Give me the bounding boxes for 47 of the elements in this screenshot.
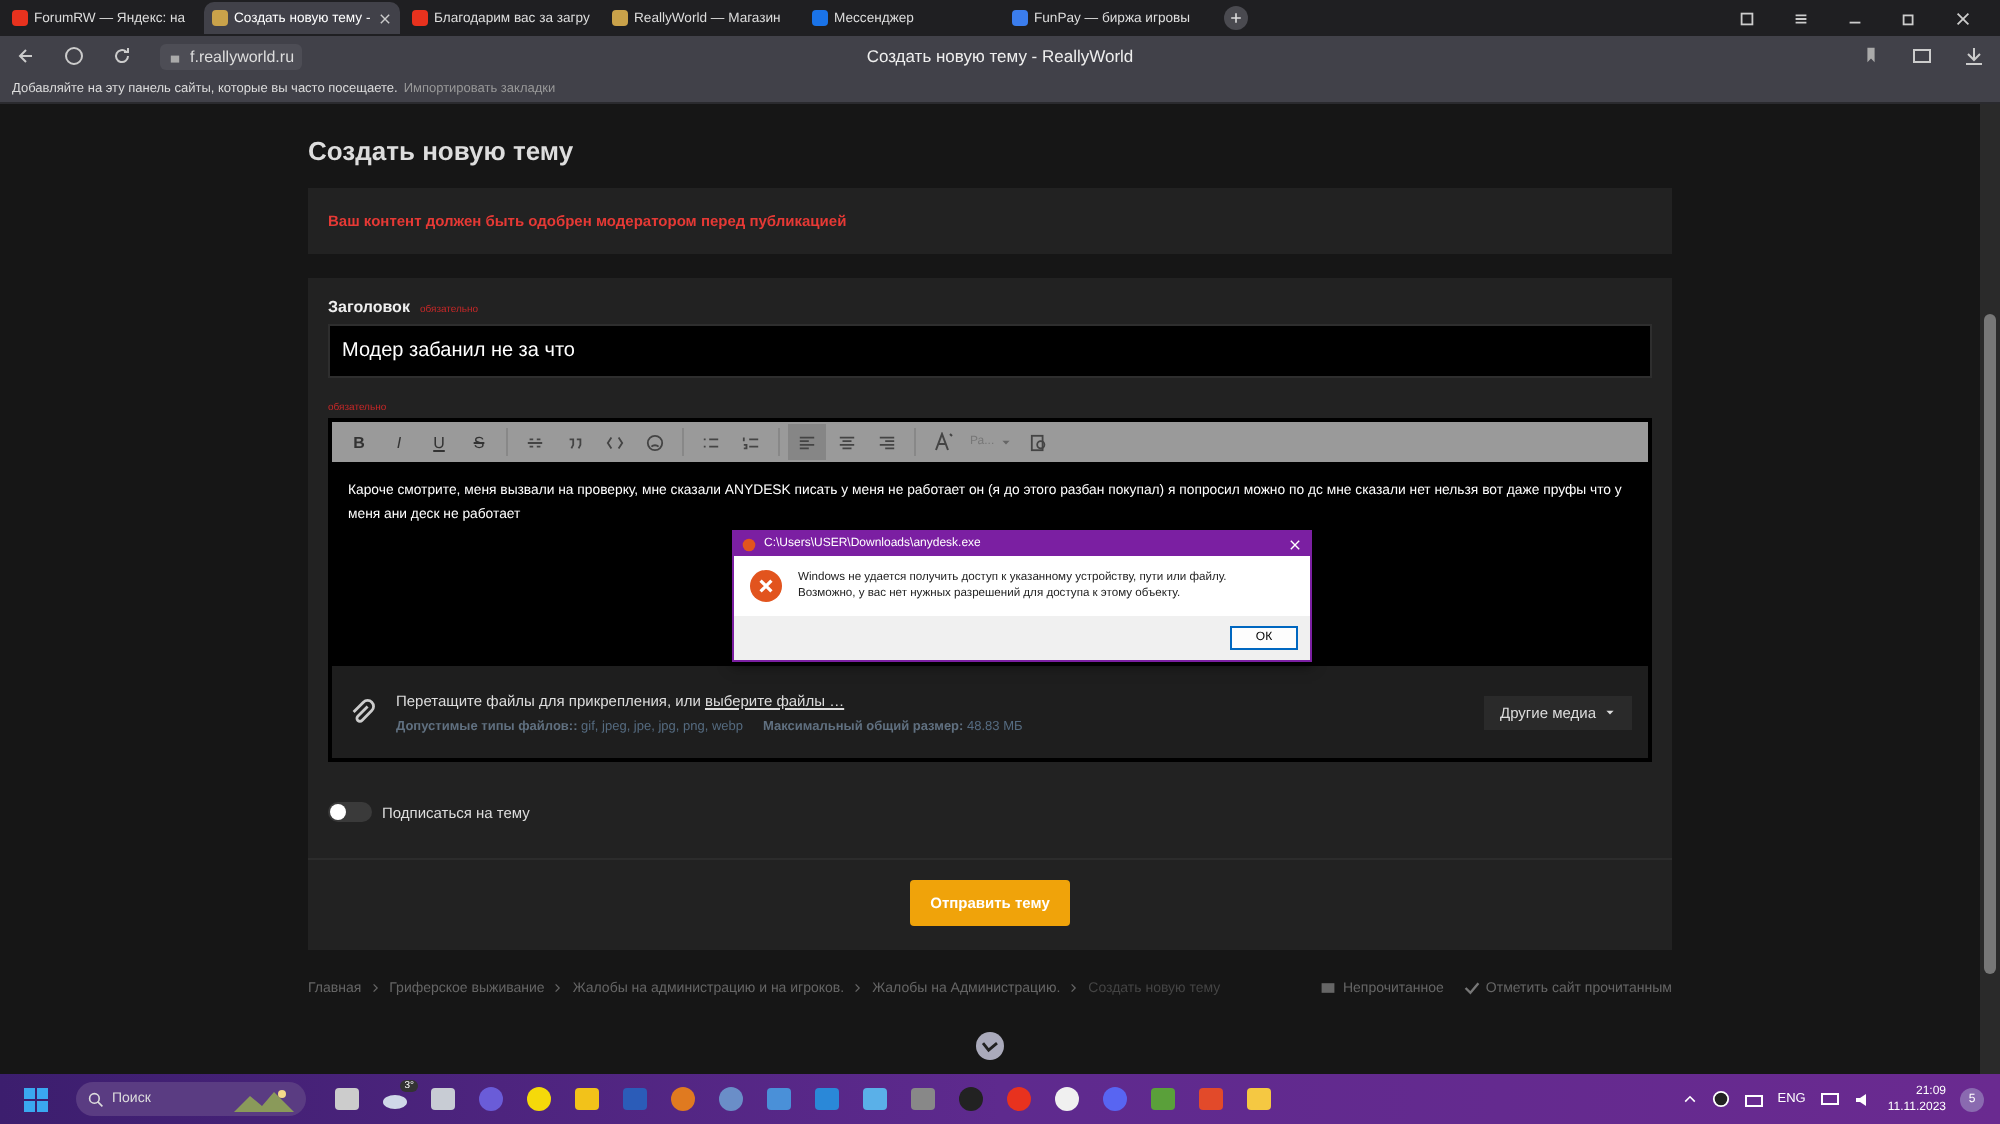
download-icon xyxy=(1964,46,1984,66)
bullet-list-icon xyxy=(702,433,720,451)
chevron-icon xyxy=(552,982,565,994)
align-button[interactable] xyxy=(788,424,826,460)
scrollbar[interactable] xyxy=(1980,104,2000,1074)
close-icon xyxy=(1954,9,1972,27)
restore-icon xyxy=(1900,9,1918,27)
page-title: Создать новую тему - ReallyWorld xyxy=(866,46,1134,66)
format-button[interactable]: B xyxy=(340,424,378,460)
field-label: Заголовок xyxy=(328,298,410,316)
close-icon xyxy=(1288,537,1302,551)
check-icon xyxy=(1463,980,1480,996)
bookmark-icon xyxy=(1862,46,1880,64)
align-icon xyxy=(838,433,856,451)
smiley-icon xyxy=(646,433,664,451)
align-icon xyxy=(878,433,896,451)
landscape-drawing xyxy=(234,1087,294,1111)
plus-icon xyxy=(1228,10,1244,26)
quote-icon xyxy=(566,433,584,451)
menu-icon xyxy=(1792,9,1810,27)
title-field[interactable]: Модер забанил не за что xyxy=(328,324,1652,378)
reload-icon xyxy=(112,46,132,66)
chevron-up-icon xyxy=(1681,1091,1698,1107)
weather-icon[interactable] xyxy=(381,1089,407,1109)
format-button[interactable]: U xyxy=(420,424,458,460)
page-heading: Создать новую тему xyxy=(308,136,576,170)
chevron-icon xyxy=(1068,982,1081,994)
chevron-icon xyxy=(852,982,865,994)
back-icon xyxy=(16,46,36,66)
code-icon xyxy=(606,433,624,451)
caret-icon xyxy=(1000,436,1013,448)
tabs-icon xyxy=(1738,9,1756,27)
chevron-icon xyxy=(369,982,382,994)
search-icon xyxy=(88,1091,104,1107)
subscribe-toggle[interactable] xyxy=(328,802,372,822)
address-field[interactable]: f.reallyworld.ru xyxy=(160,43,303,69)
preview-icon xyxy=(1030,433,1049,451)
numbered-list-icon xyxy=(742,433,760,451)
text-size-icon xyxy=(933,432,953,452)
format-button[interactable]: I xyxy=(380,424,418,460)
message-field[interactable] xyxy=(332,462,1648,666)
align-icon xyxy=(798,433,816,451)
close-icon xyxy=(378,11,392,25)
format-button[interactable]: S xyxy=(460,424,498,460)
paperclip-icon xyxy=(348,698,376,726)
new-tab-button[interactable] xyxy=(1224,6,1248,30)
caret-icon xyxy=(1604,706,1616,718)
